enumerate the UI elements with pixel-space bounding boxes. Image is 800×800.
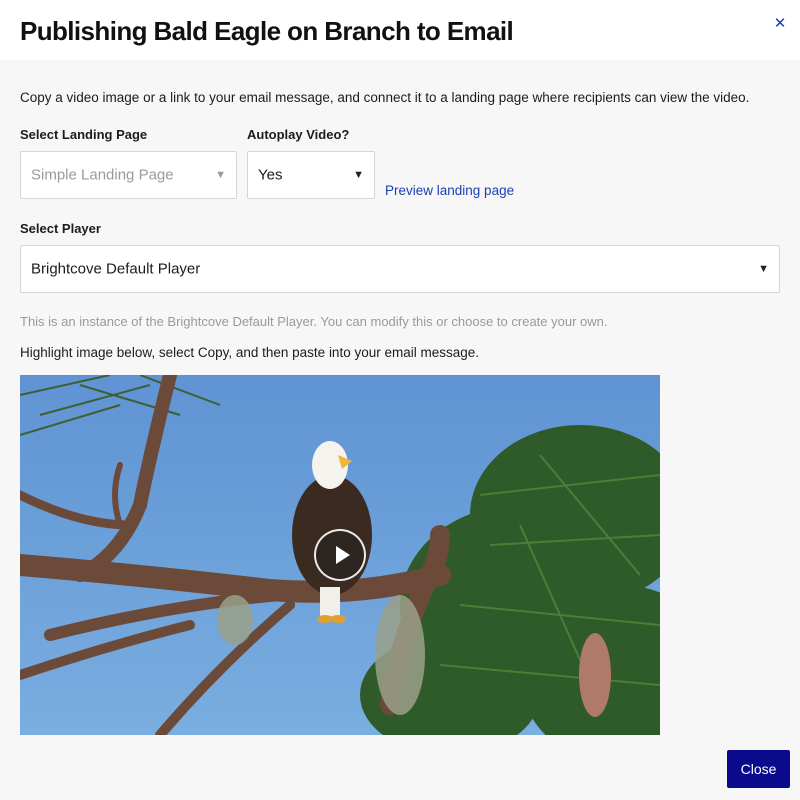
- player-label: Select Player: [20, 221, 101, 236]
- landing-page-select[interactable]: Simple Landing Page ▼: [20, 151, 237, 199]
- chevron-down-icon: ▼: [215, 169, 226, 181]
- play-button[interactable]: [314, 529, 366, 581]
- dialog-title: Publishing Bald Eagle on Branch to Email: [20, 16, 514, 46]
- player-value: Brightcove Default Player: [31, 260, 201, 278]
- close-icon[interactable]: ✕: [770, 14, 790, 34]
- close-button[interactable]: Close: [727, 750, 790, 788]
- video-thumbnail[interactable]: [20, 375, 660, 735]
- preview-landing-page-link[interactable]: Preview landing page: [385, 183, 514, 198]
- autoplay-value: Yes: [258, 166, 283, 184]
- player-select[interactable]: Brightcove Default Player ▼: [20, 245, 780, 293]
- chevron-down-icon: ▼: [758, 263, 769, 275]
- autoplay-label: Autoplay Video?: [247, 127, 350, 142]
- instructions-text: Highlight image below, select Copy, and …: [20, 345, 480, 360]
- chevron-down-icon: ▼: [353, 169, 364, 181]
- landing-page-label: Select Landing Page: [20, 127, 148, 142]
- autoplay-select[interactable]: Yes ▼: [247, 151, 375, 199]
- landing-page-value: Simple Landing Page: [31, 166, 174, 184]
- dialog-header: Publishing Bald Eagle on Branch to Email…: [0, 0, 800, 60]
- player-helper-text: This is an instance of the Brightcove De…: [20, 314, 608, 329]
- intro-text: Copy a video image or a link to your ema…: [20, 90, 750, 105]
- play-icon: [336, 546, 350, 564]
